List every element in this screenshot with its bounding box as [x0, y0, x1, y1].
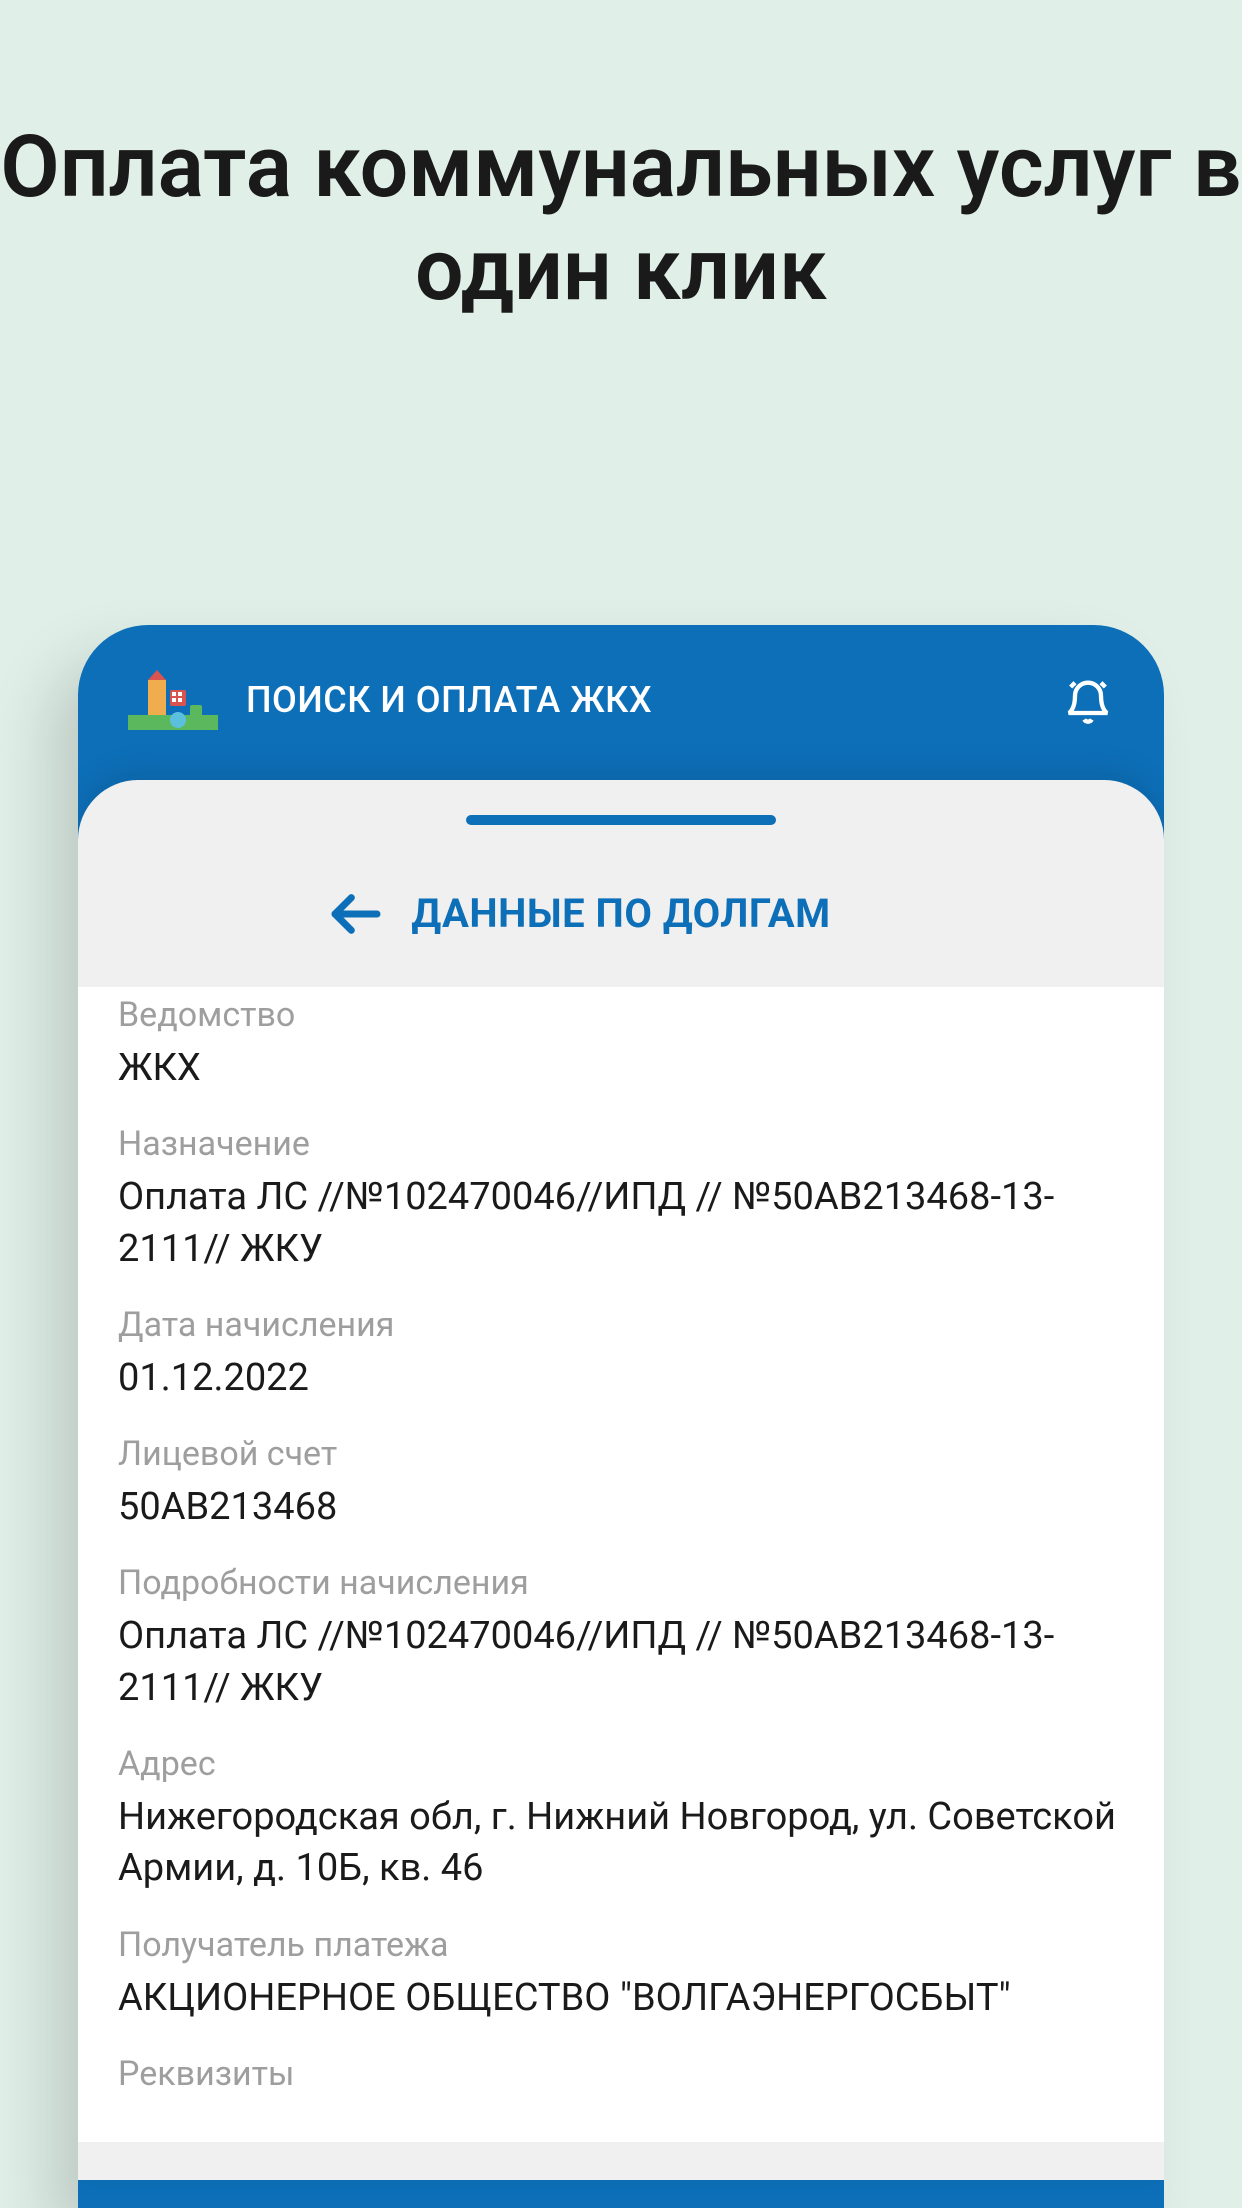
phone-frame: ПОИСК И ОПЛАТА ЖКХ ДАННЫЕ ПО ДОЛГАМ [78, 625, 1164, 2208]
field-value: АКЦИОНЕРНОЕ ОБЩЕСТВО "ВОЛГАЭНЕРГОСБЫТ" [118, 1973, 1124, 2024]
app-title: ПОИСК И ОПЛАТА ЖКХ [246, 679, 652, 721]
field-label: Назначение [118, 1124, 1124, 1164]
sheet-header: ДАННЫЕ ПО ДОЛГАМ [78, 790, 1164, 987]
app-logo-icon [128, 670, 218, 730]
field-label: Дата начисления [118, 1305, 1124, 1345]
field-value: Оплата ЛС //№102470046//ИПД // №50АВ2134… [118, 1611, 1124, 1714]
field-requisites: Реквизиты [118, 2024, 1124, 2094]
promo-title: Оплата коммунальных услуг в один клик [0, 0, 1242, 321]
field-value: Нижегородская обл, г. Нижний Новгород, у… [118, 1792, 1124, 1895]
field-purpose: Назначение Оплата ЛС //№102470046//ИПД /… [118, 1094, 1124, 1275]
back-arrow-icon[interactable] [328, 886, 384, 942]
field-value: ЖКХ [118, 1043, 1124, 1094]
field-label: Лицевой счет [118, 1434, 1124, 1474]
app-header-left: ПОИСК И ОПЛАТА ЖКХ [128, 670, 652, 730]
field-account: Лицевой счет 50АВ213468 [118, 1404, 1124, 1533]
sheet-content: Ведомство ЖКХ Назначение Оплата ЛС //№10… [78, 987, 1164, 2142]
field-accrual-details: Подробности начисления Оплата ЛС //№1024… [118, 1533, 1124, 1714]
field-label: Получатель платежа [118, 1925, 1124, 1965]
field-accrual-date: Дата начисления 01.12.2022 [118, 1275, 1124, 1404]
field-department: Ведомство ЖКХ [118, 987, 1124, 1094]
sheet-title: ДАННЫЕ ПО ДОЛГАМ [411, 890, 830, 937]
app-header: ПОИСК И ОПЛАТА ЖКХ [78, 625, 1164, 780]
field-recipient: Получатель платежа АКЦИОНЕРНОЕ ОБЩЕСТВО … [118, 1895, 1124, 2024]
field-value: 01.12.2022 [118, 1353, 1124, 1404]
field-label: Подробности начисления [118, 1563, 1124, 1603]
field-address: Адрес Нижегородская обл, г. Нижний Новго… [118, 1714, 1124, 1895]
field-value: 50АВ213468 [118, 1482, 1124, 1533]
field-label: Адрес [118, 1744, 1124, 1784]
field-value: Оплата ЛС //№102470046//ИПД // №50АВ2134… [118, 1172, 1124, 1275]
notification-bell-icon[interactable] [1062, 674, 1114, 726]
field-label: Ведомство [118, 995, 1124, 1035]
bottom-sheet: ДАННЫЕ ПО ДОЛГАМ Ведомство ЖКХ Назначени… [78, 780, 1164, 2180]
field-label: Реквизиты [118, 2054, 1124, 2094]
